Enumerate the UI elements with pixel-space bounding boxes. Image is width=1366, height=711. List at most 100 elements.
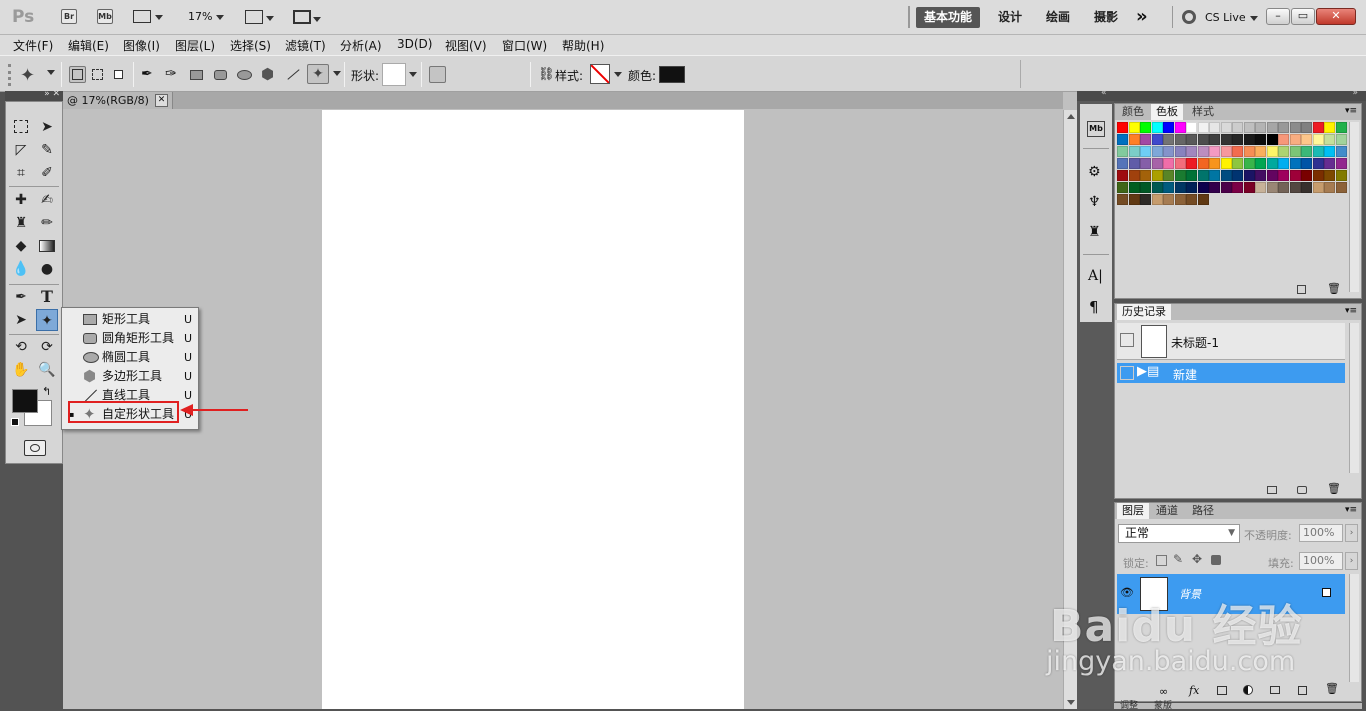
document-tab[interactable]: @ 17%(RGB/8) ✕ <box>63 92 173 109</box>
panel-menu-icon[interactable]: ▾≡ <box>1345 505 1357 515</box>
lock-all-icon[interactable] <box>1211 555 1221 565</box>
color-swatch[interactable] <box>1174 158 1186 169</box>
color-swatch[interactable] <box>1174 182 1186 193</box>
color-swatch[interactable] <box>1312 170 1324 181</box>
color-swatch[interactable] <box>1335 158 1347 169</box>
color-swatch[interactable] <box>1209 122 1220 133</box>
menu-select[interactable]: 选择(S) <box>230 37 271 54</box>
custom-shape-tool[interactable]: ✦ <box>36 309 58 331</box>
color-swatch[interactable] <box>1312 146 1324 157</box>
scroll-up-icon[interactable] <box>1067 114 1075 119</box>
color-swatch[interactable] <box>1186 182 1197 193</box>
3d-orbit-tool[interactable]: ⟳ <box>36 336 58 358</box>
color-swatch[interactable] <box>1128 194 1140 205</box>
exclude-overlapping-shape-areas-button[interactable] <box>509 66 526 83</box>
tool-preset-picker[interactable]: ✦ <box>20 65 35 86</box>
style-picker[interactable] <box>590 64 610 84</box>
trash-icon[interactable]: 🗑 <box>1327 482 1341 495</box>
color-swatch[interactable] <box>1140 134 1151 145</box>
color-swatch[interactable] <box>1243 134 1255 145</box>
mini-bridge-icon[interactable]: Mb <box>1087 121 1105 137</box>
layer-style-icon[interactable]: fx <box>1189 684 1199 697</box>
panel-menu-icon[interactable]: ▾≡ <box>1345 106 1357 116</box>
swap-colors-icon[interactable]: ↰ <box>42 385 51 398</box>
color-swatch[interactable] <box>1289 158 1301 169</box>
color-swatch[interactable] <box>1255 158 1266 169</box>
color-swatch[interactable] <box>1209 170 1220 181</box>
color-swatch[interactable] <box>1266 146 1278 157</box>
menu-edit[interactable]: 编辑(E) <box>68 37 109 54</box>
tab-channels[interactable]: 通道 <box>1151 503 1183 519</box>
color-swatch[interactable] <box>1278 170 1289 181</box>
color-swatch[interactable] <box>1289 134 1301 145</box>
color-swatch[interactable] <box>1186 194 1197 205</box>
color-swatch[interactable] <box>1140 170 1151 181</box>
menu-file[interactable]: 文件(F) <box>13 37 53 54</box>
custom-shape-button[interactable]: ✦ <box>307 64 329 84</box>
color-swatch[interactable] <box>1278 182 1289 193</box>
color-swatch[interactable] <box>1278 158 1289 169</box>
arrange-documents-button[interactable] <box>245 10 274 24</box>
color-swatch[interactable] <box>1163 146 1174 157</box>
path-selection-tool[interactable]: ➤ <box>10 309 32 331</box>
menu-view[interactable]: 视图(V) <box>445 37 487 54</box>
lock-position-icon[interactable]: ✥ <box>1192 552 1202 566</box>
marquee-tool[interactable] <box>10 116 32 138</box>
hand-tool[interactable]: ✋ <box>10 359 32 381</box>
color-swatch[interactable] <box>1335 146 1347 157</box>
brush-presets-icon[interactable]: ⚙ <box>1088 164 1101 180</box>
lock-pixels-icon[interactable]: ✎ <box>1173 552 1183 566</box>
paragraph-icon[interactable]: ¶ <box>1089 298 1099 316</box>
color-swatch[interactable] <box>1312 158 1324 169</box>
color-swatch[interactable] <box>1289 122 1301 133</box>
color-swatch[interactable] <box>1151 134 1163 145</box>
collapse-icon[interactable]: » ✕ <box>44 89 60 99</box>
expand-icon[interactable]: » <box>1352 88 1358 98</box>
color-swatch[interactable] <box>1151 170 1163 181</box>
chevron-down-icon[interactable] <box>47 70 55 75</box>
panel-scrollbar[interactable] <box>1349 122 1359 292</box>
tab-swatches[interactable]: 色板 <box>1151 104 1183 120</box>
restore-button[interactable]: ▭ <box>1291 8 1315 25</box>
color-swatch[interactable] <box>1209 182 1220 193</box>
history-snapshot[interactable]: 未标题-1 <box>1117 323 1345 360</box>
color-swatch[interactable] <box>1140 158 1151 169</box>
paths-mode-button[interactable] <box>89 66 106 83</box>
color-swatch[interactable] <box>1140 122 1151 133</box>
new-group-icon[interactable] <box>1270 686 1280 694</box>
color-swatch[interactable] <box>1232 158 1243 169</box>
opacity-slider-toggle[interactable]: › <box>1345 524 1358 542</box>
color-swatch[interactable] <box>1186 158 1197 169</box>
pen-tool[interactable]: ✒ <box>10 286 32 308</box>
color-swatch[interactable] <box>1117 134 1128 145</box>
move-tool[interactable]: ➤ <box>36 116 58 138</box>
color-swatch[interactable] <box>1197 146 1209 157</box>
color-swatch[interactable] <box>1151 146 1163 157</box>
shape-picker[interactable] <box>382 63 406 86</box>
color-swatch[interactable] <box>1335 170 1347 181</box>
ellipse-button[interactable] <box>236 66 253 83</box>
color-swatch[interactable] <box>1324 170 1335 181</box>
menu-image[interactable]: 图像(I) <box>123 37 160 54</box>
color-swatch[interactable] <box>1232 170 1243 181</box>
tab-history[interactable]: 历史记录 <box>1117 304 1171 320</box>
color-swatch[interactable] <box>1289 146 1301 157</box>
blur-tool[interactable]: 💧 <box>10 258 32 280</box>
color-swatch[interactable] <box>1324 146 1335 157</box>
extras-menu[interactable] <box>133 10 163 24</box>
pen-tool-button[interactable]: ✒ <box>140 66 157 83</box>
color-swatch[interactable] <box>1128 146 1140 157</box>
color-swatch[interactable] <box>1140 182 1151 193</box>
quick-mask-button[interactable] <box>24 440 46 456</box>
flyout-polygon-tool[interactable]: ⬢ 多边形工具 U <box>62 367 198 386</box>
zoom-tool[interactable]: 🔍 <box>36 359 58 381</box>
minimize-button[interactable]: – <box>1266 8 1290 25</box>
tab-adjustments[interactable]: 调整 <box>1120 698 1138 711</box>
adjustment-layer-icon[interactable] <box>1243 685 1253 695</box>
menu-analysis[interactable]: 分析(A) <box>340 37 382 54</box>
color-swatch[interactable] <box>1163 158 1174 169</box>
color-swatch[interactable] <box>1117 194 1128 205</box>
color-swatch[interactable] <box>1163 122 1174 133</box>
spot-healing-tool[interactable]: ✚ <box>10 189 32 211</box>
color-swatch[interactable] <box>1174 170 1186 181</box>
